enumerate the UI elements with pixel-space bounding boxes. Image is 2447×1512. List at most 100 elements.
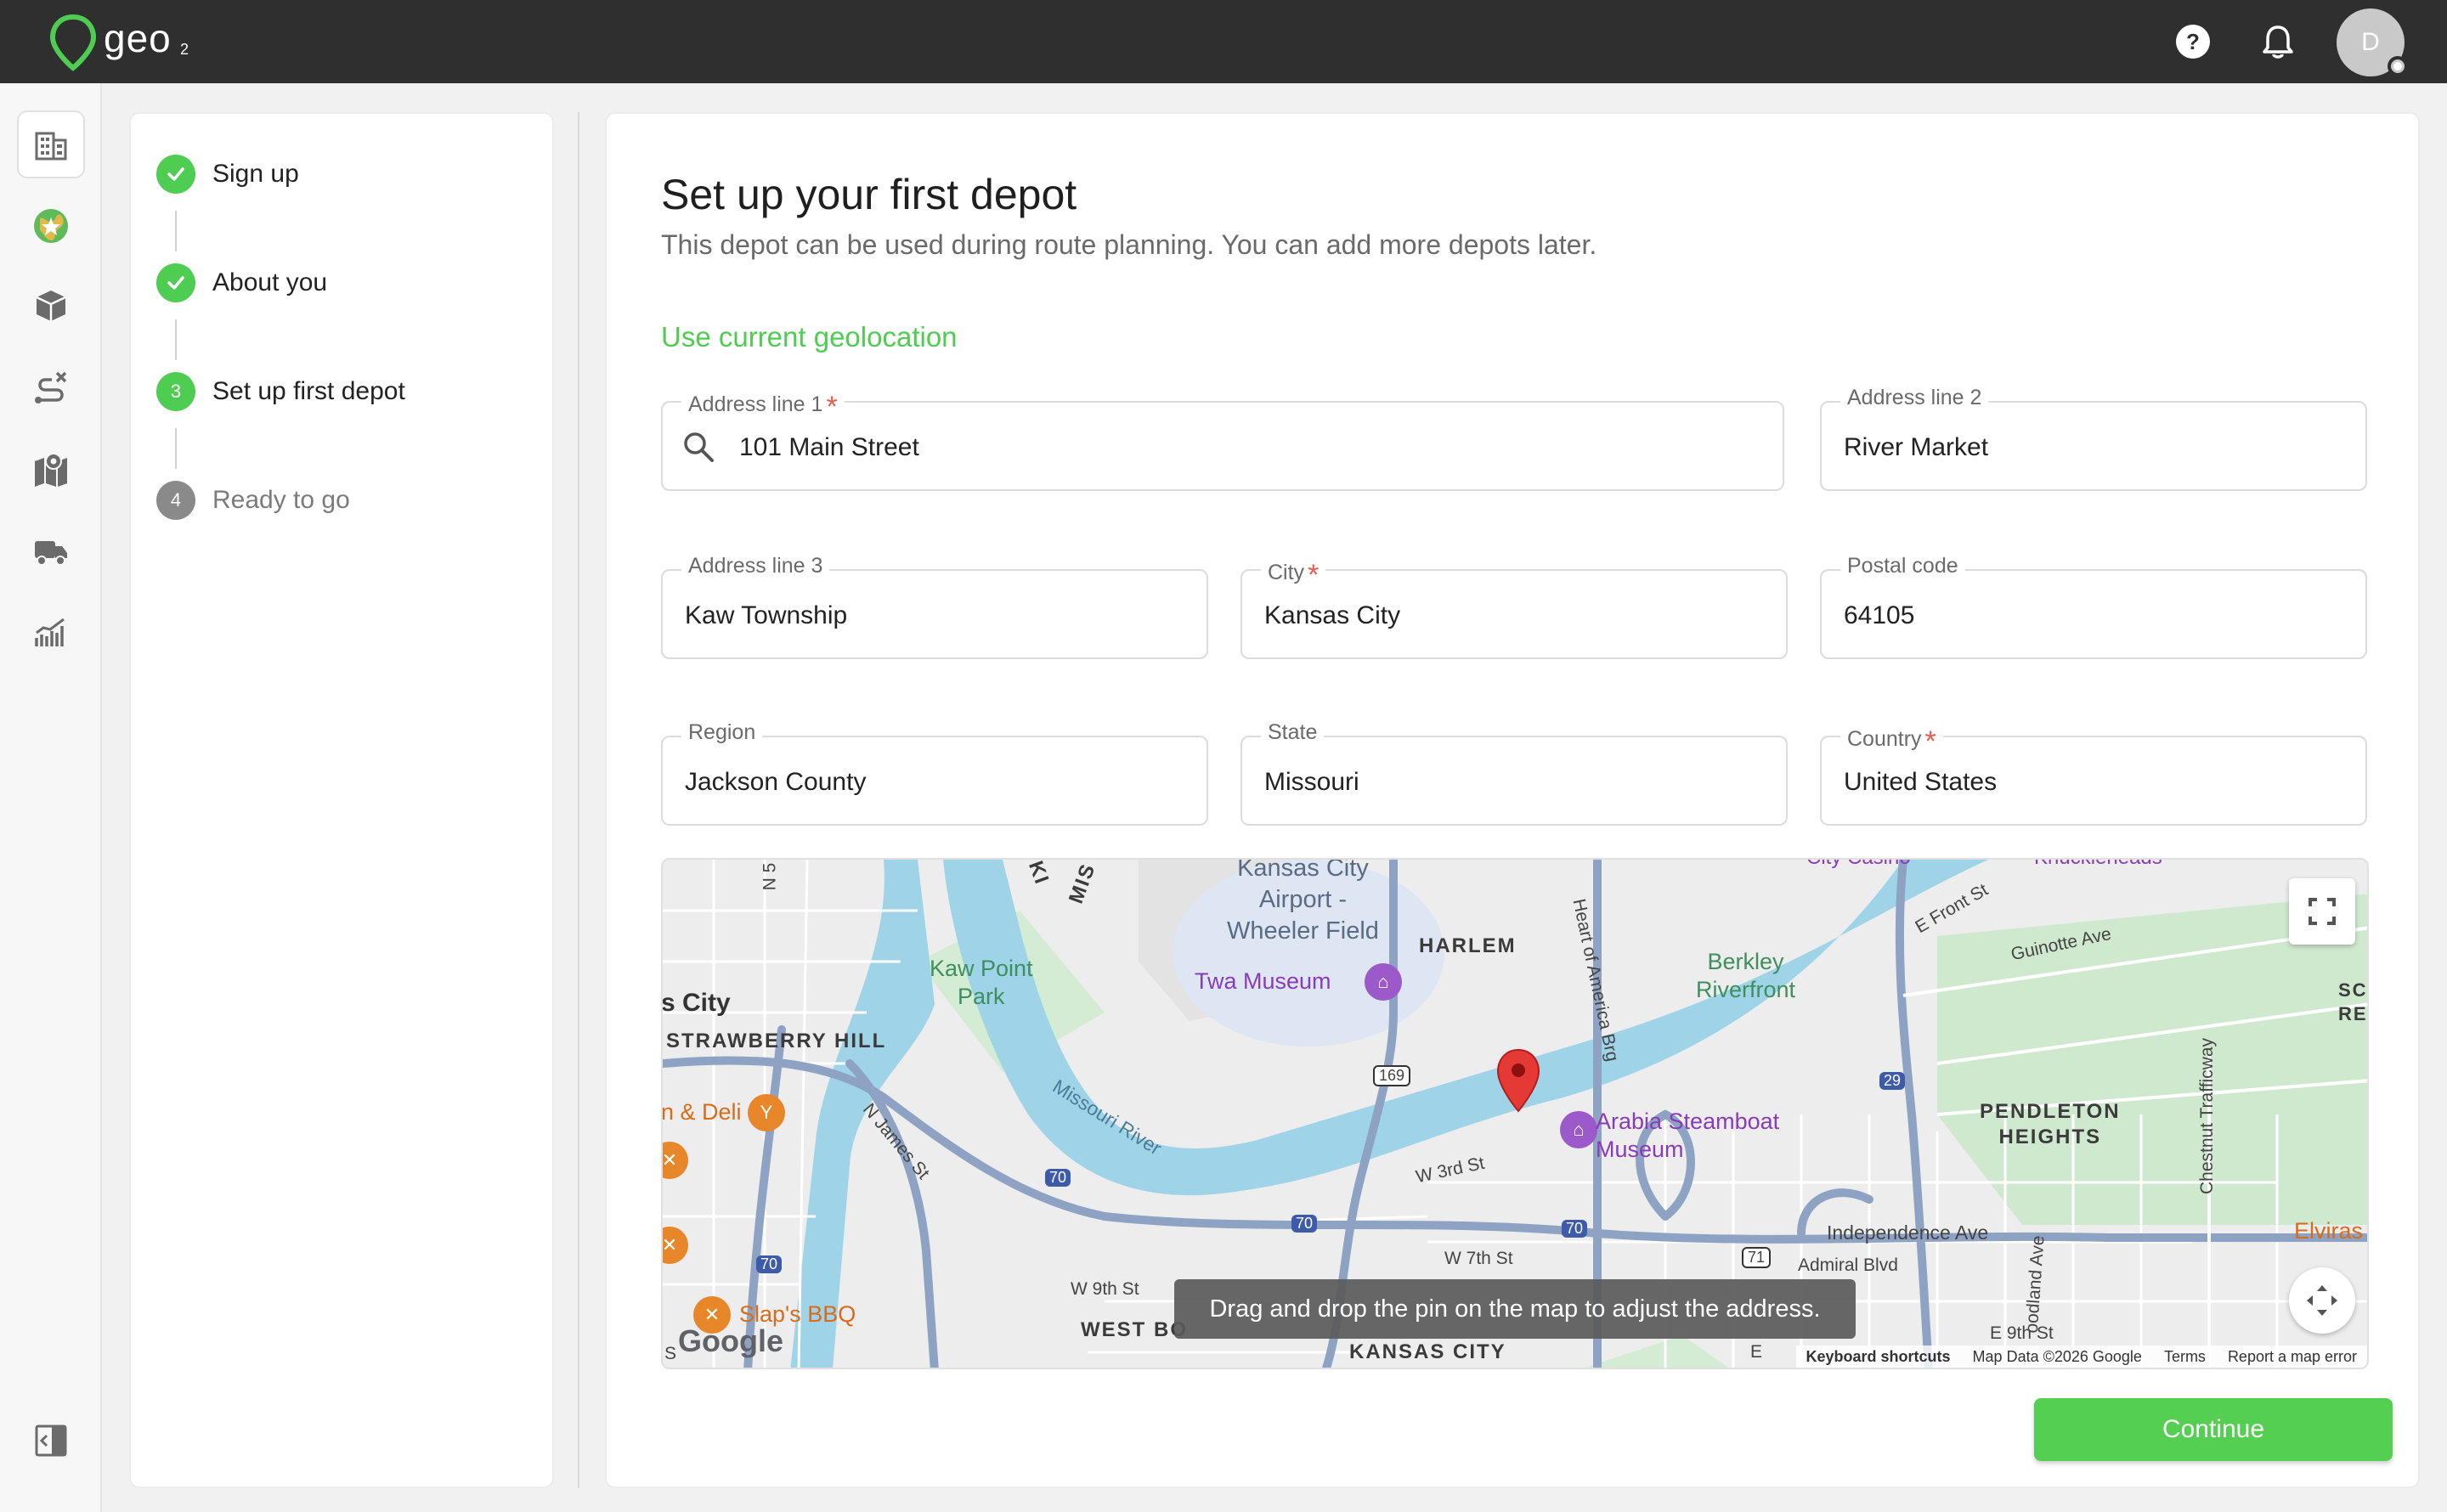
continue-button[interactable]: Continue	[2034, 1398, 2393, 1461]
bell-icon[interactable]	[2258, 22, 2297, 61]
box-icon	[36, 291, 66, 321]
nav-routes[interactable]	[17, 353, 85, 421]
address-line-3-value: Kaw Township	[685, 601, 848, 629]
label-text: Address line 1	[688, 392, 823, 416]
step-number: 4	[156, 481, 195, 520]
help-circle-icon[interactable]: ?	[2173, 22, 2212, 61]
country-field[interactable]: Country * United States	[1820, 720, 2367, 826]
nav-vehicles[interactable]	[17, 516, 85, 584]
truck-icon	[35, 541, 67, 566]
sidebar-collapse-button[interactable]	[17, 1407, 85, 1475]
address-line-2-field[interactable]: Address line 2 River Market	[1820, 386, 2367, 491]
state-value: Missouri	[1264, 768, 1359, 796]
nav-analytics[interactable]	[17, 598, 85, 666]
state-label: State	[1261, 720, 1325, 745]
state-field[interactable]: State Missouri	[1240, 720, 1788, 826]
map-label-city: s City	[661, 989, 731, 1017]
step-label: Sign up	[212, 160, 299, 188]
depot-location-map[interactable]: Kansas City Airport - Wheeler Field HARL…	[661, 858, 2369, 1369]
highway-169-shield: 169	[1373, 1065, 1411, 1086]
map-label-sc-rena: SC RENA	[2338, 979, 2368, 1024]
map-label-chestnut-trafficway: Chestnut Trafficway	[2197, 1037, 2218, 1195]
svg-text:?: ?	[2186, 29, 2200, 54]
location-pin-icon[interactable]	[1495, 1048, 1541, 1113]
fullscreen-icon	[2309, 898, 2336, 925]
building-icon	[35, 132, 67, 161]
address-line-1-field[interactable]: Address line 1 * 101 Main Street	[661, 386, 1784, 491]
page-subtitle: This depot can be used during route plan…	[661, 229, 1597, 260]
required-mark: *	[826, 391, 838, 423]
map-attribution: Keyboard shortcuts Map Data ©2026 Google…	[1795, 1346, 2367, 1368]
map-label-w-9th-st: W 9th St	[1071, 1279, 1139, 1299]
map-label-e: E	[1750, 1342, 1763, 1362]
depot-setup-card: Set up your first depot This depot can b…	[605, 112, 2420, 1488]
step-label: Ready to go	[212, 486, 350, 514]
address-line-2-label: Address line 2	[1840, 386, 1989, 410]
required-mark: *	[1924, 725, 1936, 758]
highway-70-shield: 70	[1045, 1169, 1071, 1187]
map-label-knuckleheads: Knuckleheads	[2034, 860, 2162, 870]
highway-29-shield: 29	[1879, 1072, 1906, 1090]
page-title: Set up your first depot	[661, 171, 1077, 218]
address-line-3-label: Address line 3	[681, 554, 830, 578]
address-line-3-field[interactable]: Address line 3 Kaw Township	[661, 554, 1208, 659]
onboarding-stepper: Sign up About you 3 Set up first depot 4…	[129, 112, 554, 1488]
terms-link[interactable]: Terms	[2164, 1348, 2206, 1366]
nav-packages[interactable]	[17, 272, 85, 340]
globe-icon	[34, 209, 68, 243]
map-label-strawberry-hill: STRAWBERRY HILL	[666, 1030, 887, 1052]
bar-icon[interactable]: Y	[748, 1094, 785, 1131]
map-pin-icon	[35, 453, 67, 487]
country-label: Country *	[1840, 720, 1943, 758]
fullscreen-button[interactable]	[2289, 878, 2355, 945]
map-label-kaw-point: Kaw Point Park	[930, 956, 1033, 1009]
step-sign-up[interactable]: Sign up	[156, 153, 299, 195]
address-line-1-label: Address line 1 *	[681, 386, 845, 423]
postal-code-field[interactable]: Postal code 64105	[1820, 554, 2367, 659]
city-value: Kansas City	[1264, 601, 1401, 629]
map-label-n-5: N 5	[760, 862, 780, 891]
step-about-you[interactable]: About you	[156, 262, 327, 304]
step-ready-to-go: 4 Ready to go	[156, 479, 350, 522]
avatar-status-icon	[2388, 56, 2408, 76]
highway-71-shield: 71	[1742, 1247, 1772, 1268]
museum-icon[interactable]: ⌂	[1365, 963, 1402, 1001]
museum-icon[interactable]: ⌂	[1560, 1111, 1597, 1148]
nav-depots[interactable]	[17, 110, 85, 178]
search-icon	[684, 432, 714, 462]
map-label-harlem: HARLEM	[1419, 934, 1517, 957]
step-number: 3	[156, 372, 195, 411]
label-text: City	[1268, 561, 1305, 584]
top-bar: geo 2 ? D	[0, 0, 2447, 83]
nav-map[interactable]	[17, 435, 85, 503]
report-map-error-link[interactable]: Report a map error	[2228, 1348, 2357, 1366]
region-field[interactable]: Region Jackson County	[661, 720, 1208, 826]
step-connector	[175, 428, 177, 469]
highway-70-shield: 70	[756, 1255, 783, 1273]
map-label-berkley-riverfront: Berkley Riverfront	[1696, 949, 1796, 1002]
city-field[interactable]: City * Kansas City	[1240, 554, 1788, 659]
move-arrows-icon	[2307, 1285, 2337, 1316]
country-value: United States	[1844, 768, 1998, 796]
sidebar-collapse-icon	[35, 1425, 67, 1457]
step-label: About you	[212, 268, 328, 296]
camera-controls-button[interactable]	[2289, 1267, 2355, 1334]
region-label: Region	[681, 720, 763, 745]
map-label-admiral-blvd: Admiral Blvd	[1798, 1255, 1898, 1275]
region-value: Jackson County	[685, 768, 867, 796]
keyboard-shortcuts-link[interactable]: Keyboard shortcuts	[1806, 1348, 1951, 1366]
step-label: Set up first depot	[212, 377, 405, 405]
required-mark: *	[1308, 559, 1320, 591]
city-label: City *	[1261, 554, 1326, 591]
step-connector	[175, 211, 177, 251]
map-hint-tooltip: Drag and drop the pin on the map to adju…	[1174, 1279, 1856, 1339]
route-icon	[35, 371, 67, 403]
step-set-up-depot[interactable]: 3 Set up first depot	[156, 370, 405, 413]
map-label-twa-museum: Twa Museum	[1195, 968, 1331, 994]
logo-subscript: 2	[180, 41, 189, 58]
use-geolocation-link[interactable]: Use current geolocation	[661, 321, 958, 353]
map-label-airport: Kansas City Airport - Wheeler Field	[1227, 858, 1379, 945]
analytics-icon	[35, 618, 65, 646]
nav-globe[interactable]	[17, 192, 85, 260]
map-label-kansas-city: KANSAS CITY	[1349, 1340, 1506, 1363]
